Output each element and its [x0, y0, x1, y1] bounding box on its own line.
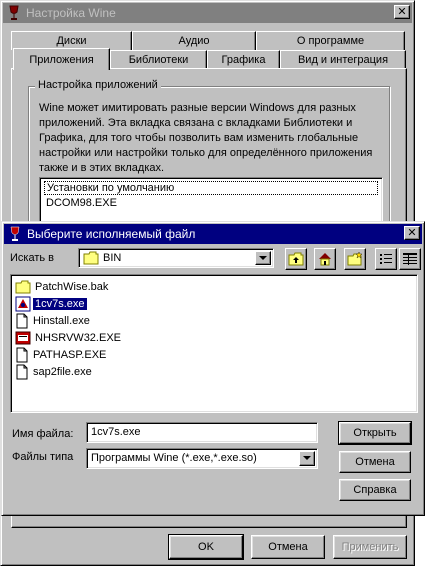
button-label: Справка [353, 484, 397, 496]
chevron-down-icon [259, 255, 267, 260]
filename-input[interactable]: 1cv7s.exe [86, 422, 318, 443]
new-folder-button[interactable] [344, 248, 366, 270]
tab-label: Вид и интеграция [297, 54, 389, 66]
dialog-titlebar[interactable]: Выберите исполняемый файл ✕ [4, 224, 422, 244]
list-item[interactable]: DCOM98.EXE [46, 196, 117, 210]
look-in-label: Искать в [10, 252, 54, 264]
list-view-icon [380, 254, 392, 264]
list-item[interactable]: Установки по умолчанию [44, 181, 378, 195]
close-icon: ✕ [407, 226, 417, 239]
look-in-combobox[interactable]: BIN [78, 248, 274, 268]
dialog-title: Выберите исполняемый файл [27, 227, 196, 241]
list-item[interactable]: PATHASP.EXE [15, 347, 108, 363]
combo-dropdown-button[interactable] [255, 251, 271, 265]
list-view-button[interactable] [375, 248, 397, 270]
settings-close-button[interactable]: ✕ [394, 5, 410, 19]
tab-label: О программе [296, 35, 365, 47]
tab-desktop-integration[interactable]: Вид и интеграция [280, 50, 406, 69]
list-item[interactable]: sap2file.exe [15, 364, 94, 380]
file-name: PATHASP.EXE [33, 349, 107, 361]
dialog-cancel-button[interactable]: Отмена [339, 451, 411, 473]
file-open-dialog: Выберите исполняемый файл ✕ Искать в BIN [1, 221, 425, 516]
look-in-label-text: Искать в [10, 252, 55, 264]
close-icon: ✕ [397, 5, 407, 18]
list-item-label: DCOM98.EXE [46, 197, 117, 209]
up-folder-icon [288, 252, 304, 266]
file-name: Hinstall.exe [33, 315, 90, 327]
tab-libraries[interactable]: Библиотеки [110, 50, 207, 69]
file-icon [16, 347, 28, 363]
file-list[interactable]: PatchWise.bak 1cv7s.exe Hinstall.exe NHS… [10, 274, 418, 413]
list-item[interactable]: PatchWise.bak [15, 279, 110, 295]
up-folder-button[interactable] [285, 248, 307, 270]
open-button[interactable]: Открыть [338, 421, 412, 445]
details-view-button[interactable] [399, 248, 421, 270]
file-name: PatchWise.bak [35, 281, 109, 293]
button-label: OK [198, 541, 214, 553]
cancel-button[interactable]: Отмена [251, 535, 325, 559]
tab-label: Графика [221, 54, 266, 66]
wine-glass-icon [9, 5, 19, 20]
ok-button[interactable]: OK [168, 534, 244, 560]
new-folder-icon [347, 252, 363, 266]
list-item[interactable]: NHSRVW32.EXE [15, 330, 123, 346]
list-item[interactable]: 1cv7s.exe [15, 296, 87, 312]
file-name: sap2file.exe [33, 366, 92, 378]
tab-graphics[interactable]: Графика [207, 50, 280, 69]
button-label: Открыть [353, 427, 397, 439]
look-in-value: BIN [103, 252, 122, 264]
file-name: 1cv7s.exe [33, 298, 87, 310]
filetype-label: Файлы типа [12, 451, 74, 463]
file-icon [16, 313, 28, 329]
tab-label: Аудио [178, 35, 210, 47]
details-view-icon [403, 253, 417, 265]
filetype-combobox[interactable]: Программы Wine (*.exe,*.exe.so) [86, 448, 318, 469]
button-label: Применить [341, 541, 399, 553]
tab-label: Приложения [29, 53, 94, 66]
filename-label: Имя файла: [12, 428, 74, 440]
app-exe-icon [15, 296, 31, 312]
folder-icon [15, 280, 31, 294]
tab-label: Библиотеки [128, 54, 189, 66]
home-icon [319, 253, 331, 266]
red-app-icon [15, 331, 31, 345]
file-name: NHSRVW32.EXE [35, 332, 121, 344]
tab-audio[interactable]: Аудио [132, 31, 256, 50]
settings-titlebar[interactable]: Настройка Wine ✕ [3, 3, 412, 23]
file-icon [16, 364, 28, 380]
tab-applications[interactable]: Приложения [13, 48, 110, 70]
folder-icon [83, 251, 99, 265]
tab-label: Диски [56, 35, 87, 47]
home-button[interactable] [314, 248, 336, 270]
apply-button[interactable]: Применить [333, 535, 407, 559]
button-label: Отмена [268, 541, 308, 553]
settings-title: Настройка Wine [26, 6, 116, 20]
help-button[interactable]: Справка [339, 479, 411, 501]
filetype-value: Программы Wine (*.exe,*.exe.so) [91, 452, 257, 464]
wine-glass-icon [10, 226, 20, 241]
list-item[interactable]: Hinstall.exe [15, 313, 92, 329]
description-text: Wine может имитировать разные версии Win… [39, 102, 373, 174]
filename-value: 1cv7s.exe [91, 426, 141, 438]
dialog-close-button[interactable]: ✕ [404, 226, 420, 240]
tab-about[interactable]: О программе [256, 31, 405, 50]
chevron-down-icon [303, 456, 311, 460]
button-label: Отмена [355, 456, 395, 468]
list-item-label: Установки по умолчанию [47, 182, 175, 194]
combo-dropdown-button[interactable] [299, 451, 315, 466]
group-label: Настройка приложений [35, 79, 161, 91]
